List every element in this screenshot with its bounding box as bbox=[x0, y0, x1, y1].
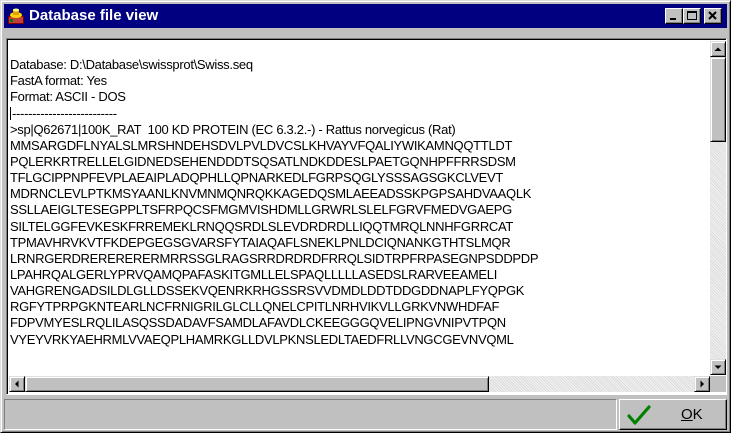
file-content-frame: Database: D:\Database\swissprot\Swiss.se… bbox=[6, 38, 727, 395]
ok-button[interactable]: OK bbox=[619, 399, 727, 430]
close-icon bbox=[708, 11, 717, 20]
content-line: Database: D:\Database\swissprot\Swiss.se… bbox=[10, 57, 253, 73]
content-line: VAHGRENGADSILDLGLLDSSEKVQENRKRHGSSRSVVDM… bbox=[10, 283, 525, 299]
content-line: SSLLAEIGLTESEGPPLTSFRPQCSFMGMVISHDMLLGRW… bbox=[10, 202, 512, 218]
content-line: MMSARGDFLNYALSLMRSHNDEHSDVLPVLDVCSLKHVAY… bbox=[10, 137, 513, 153]
content-line: TPMAVHRVKVTFKDEPGEGSGVARSFYTAIAQAFLSNEKL… bbox=[10, 234, 511, 250]
arrow-down-icon bbox=[714, 365, 722, 369]
minimize-icon bbox=[670, 18, 676, 20]
minimize-button[interactable] bbox=[665, 8, 683, 24]
horizontal-scroll-thumb[interactable] bbox=[25, 376, 489, 392]
content-line: MDRNCLEVLPTKMSYAANLKNVMNMQNRQKKAGEDQSMLA… bbox=[10, 186, 532, 202]
database-file-view-window: Database file view Database: D:\Database… bbox=[0, 0, 731, 433]
arrow-left-icon bbox=[15, 380, 19, 388]
vertical-scrollbar[interactable] bbox=[710, 41, 726, 375]
separator-line: -------------------------- bbox=[10, 106, 710, 122]
ok-accelerator-letter: O bbox=[681, 406, 693, 423]
arrow-right-icon bbox=[700, 380, 704, 388]
content-line: TFLGCIPPNPFEVPLAEAIPLADQPHLLQPNARKEDLFGR… bbox=[10, 170, 504, 186]
close-button[interactable] bbox=[704, 8, 722, 24]
content-line: LPAHRQALGERLYPRVQAMQPAFASKITGMLLELSPAQLL… bbox=[10, 266, 498, 282]
file-content-text[interactable]: Database: D:\Database\swissprot\Swiss.se… bbox=[10, 41, 710, 377]
text-caret bbox=[10, 106, 11, 120]
separator-text: -------------------------- bbox=[12, 105, 117, 121]
status-bar bbox=[4, 399, 617, 430]
title-bar[interactable]: Database file view bbox=[4, 4, 727, 28]
scroll-down-button[interactable] bbox=[710, 359, 726, 375]
maximize-icon bbox=[687, 11, 697, 20]
scroll-left-button[interactable] bbox=[9, 376, 25, 392]
content-line bbox=[10, 348, 710, 364]
scroll-up-button[interactable] bbox=[710, 41, 726, 57]
content-line: VYEYVRKYAEHRMLVVAEQPLHAMRKGLLDVLPKNSLEDL… bbox=[10, 331, 514, 347]
scroll-right-button[interactable] bbox=[694, 376, 710, 392]
vertical-scroll-thumb[interactable] bbox=[710, 57, 726, 142]
arrow-up-icon bbox=[714, 47, 722, 51]
horizontal-scrollbar[interactable] bbox=[9, 376, 710, 392]
content-line: FDPVMYESLRQLILASQSSDADAVFSAMDLAFAVDLCKEE… bbox=[10, 315, 506, 331]
content-line: >sp|Q62671|100K_RAT 100 KD PROTEIN (EC 6… bbox=[10, 121, 456, 137]
content-line: SILTELGGFEVKESKFRREMEKLRNQQSRDLSLEVDRDRD… bbox=[10, 218, 514, 234]
scrollbar-corner bbox=[710, 376, 726, 392]
database-app-icon bbox=[8, 8, 24, 24]
maximize-button[interactable] bbox=[683, 8, 701, 24]
content-line: PQLERKRTRELLELGIDNEDSEHENDDDTSQSATLNDKDD… bbox=[10, 154, 516, 169]
content-line: LRNRGERDRERERERERMRRSSGLRAGSRRDRDRDFRRQL… bbox=[10, 250, 539, 266]
window-title: Database file view bbox=[29, 7, 159, 24]
ok-button-label: OK bbox=[681, 406, 703, 424]
ok-label-rest: K bbox=[692, 406, 703, 423]
content-line: RGFYTPRPGKNTEARLNCFRNIGRILGLCLLQNELCPITL… bbox=[10, 299, 500, 315]
content-line: Format: ASCII - DOS bbox=[10, 89, 126, 105]
checkmark-icon bbox=[627, 405, 651, 425]
content-line: FastA format: Yes bbox=[10, 73, 107, 89]
